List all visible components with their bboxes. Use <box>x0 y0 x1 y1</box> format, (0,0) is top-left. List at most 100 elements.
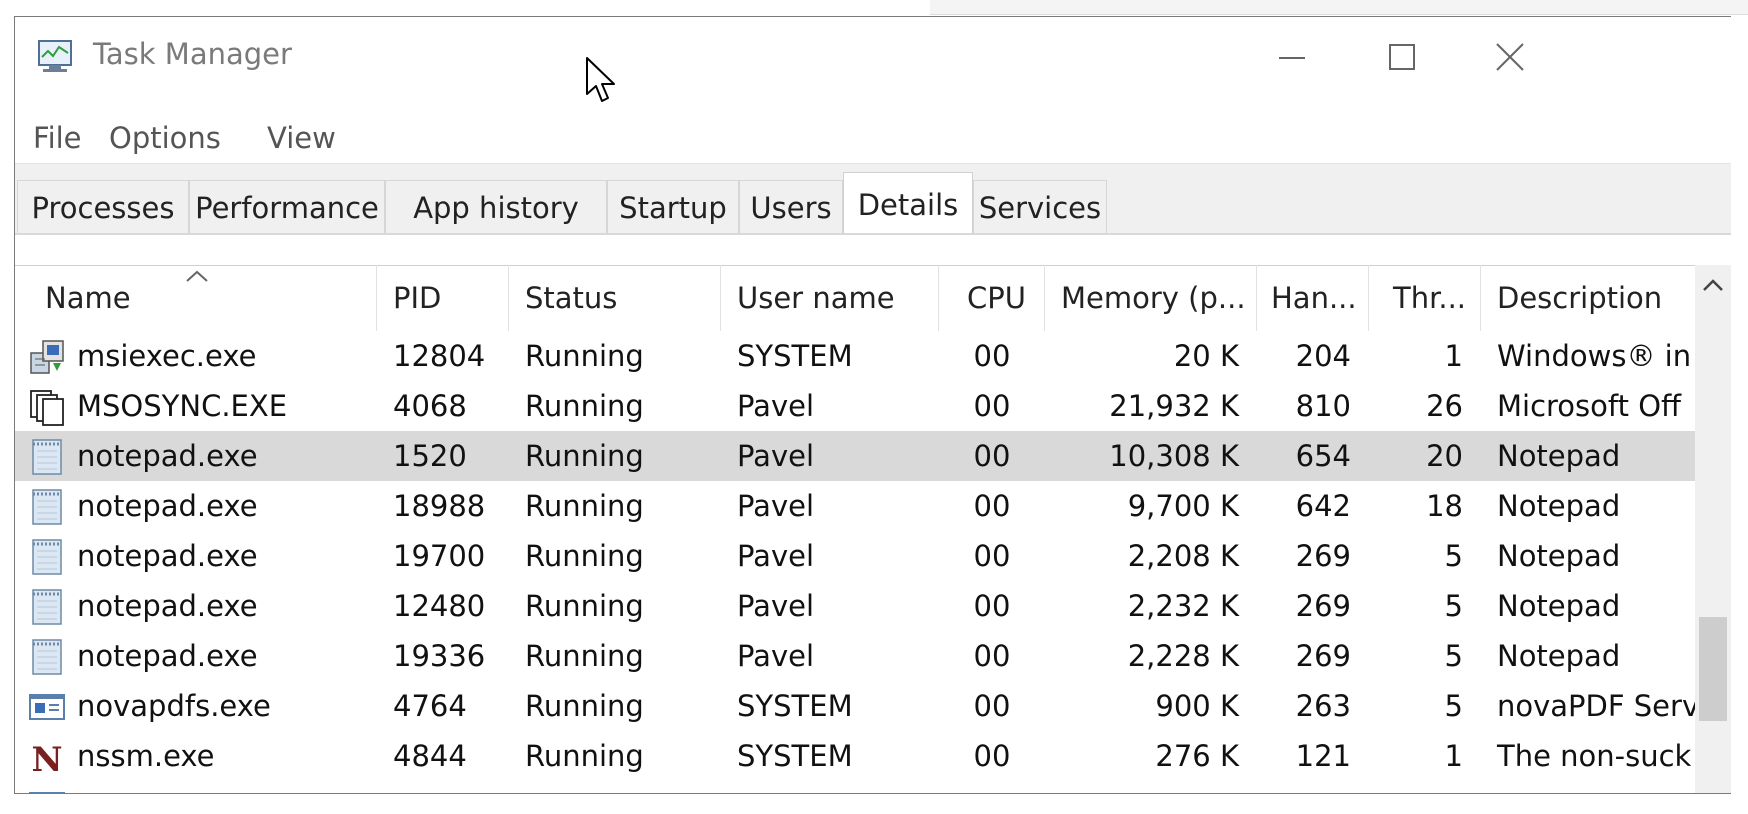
column-header-name-label: Name <box>45 281 131 315</box>
cell-handles: 263 <box>1295 689 1351 723</box>
process-name-cell: notepad.exe <box>15 631 377 681</box>
tab-users[interactable]: Users <box>739 180 843 234</box>
cell-user: Pavel <box>737 589 815 623</box>
cell-threads: 5 <box>1444 639 1463 673</box>
column-header-pid[interactable]: PID <box>377 265 509 331</box>
cell-status: Running <box>525 539 644 573</box>
window-icon <box>27 785 67 793</box>
sort-ascending-icon <box>186 270 208 282</box>
cell-threads: 5 <box>1444 589 1463 623</box>
table-row[interactable]: msiexec.exe 12804 Running SYSTEM 00 20 K 204 1 W… <box>15 331 1695 381</box>
table-row[interactable]: notepad.exe 19700 Running Pavel 00 2,208 K 269… <box>15 531 1695 581</box>
menu-options[interactable]: Options <box>109 121 221 155</box>
close-button[interactable] <box>1475 27 1545 87</box>
cell-user: Pavel <box>737 489 815 523</box>
window-icon <box>27 687 67 727</box>
tab-startup[interactable]: Startup <box>607 180 739 234</box>
cell-handles: 654 <box>1295 439 1351 473</box>
close-icon <box>1496 43 1524 71</box>
cell-cpu: 00 <box>973 639 1011 673</box>
cell-cpu: 00 <box>973 589 1011 623</box>
background-strip <box>930 0 1748 15</box>
cell-memory: 9,700 K <box>1127 489 1239 523</box>
svg-text:N: N <box>31 740 62 777</box>
column-header-handles[interactable]: Han... <box>1257 265 1369 331</box>
tab-processes[interactable]: Processes <box>17 180 189 234</box>
cell-threads: 1 <box>1444 739 1463 773</box>
cell-status: Running <box>525 339 644 373</box>
cell-pid: 18988 <box>393 489 486 523</box>
cell-user: Pavel <box>737 439 815 473</box>
cell-memory: 900 K <box>1155 689 1239 723</box>
process-name-cell: notepad.exe <box>15 531 377 581</box>
mouse-cursor-icon <box>586 57 615 102</box>
scrollbar-thumb[interactable] <box>1699 617 1727 721</box>
cell-threads: 18 <box>1426 489 1463 523</box>
table-row[interactable]: novapdfs.exe 4764 Running SYSTEM 00 900 K 263 5… <box>15 681 1695 731</box>
cell-memory: 10,308 K <box>1109 439 1239 473</box>
cell-pid: 4764 <box>393 689 467 723</box>
cell-handles: 121 <box>1295 739 1351 773</box>
cell-threads: 5 <box>1444 689 1463 723</box>
cell-pid: 4068 <box>393 389 467 423</box>
process-name: notepad.exe <box>77 539 258 573</box>
cell-status: Running <box>525 439 644 473</box>
table-row[interactable]: notepad.exe 18988 Running Pavel 00 9,700 K 642… <box>15 481 1695 531</box>
cell-cpu: 00 <box>973 489 1011 523</box>
cell-handles: 269 <box>1295 639 1351 673</box>
notepad-icon <box>27 587 67 627</box>
cell-cpu: 00 <box>973 539 1011 573</box>
column-header-name[interactable]: Name <box>15 265 377 331</box>
table-row[interactable]: Nnssm.exe 4844 Running SYSTEM 00 276 K 121 1 The… <box>15 731 1695 781</box>
cell-pid: 12480 <box>393 589 486 623</box>
cell-status: Running <box>525 689 644 723</box>
cell-description: Notepad <box>1497 539 1621 573</box>
column-header-status[interactable]: Status <box>509 265 721 331</box>
cell-description: Notepad <box>1497 589 1621 623</box>
process-name-cell: notepad.exe <box>15 481 377 531</box>
cell-memory: 276 K <box>1155 739 1239 773</box>
process-name: notepad.exe <box>77 439 258 473</box>
cell-handles: 204 <box>1295 339 1351 373</box>
toolbar-spacer <box>15 235 1731 266</box>
menu-bar: File Options View <box>15 105 1731 163</box>
table-row-partial[interactable] <box>15 781 1695 793</box>
scroll-up-icon[interactable] <box>1701 277 1725 293</box>
tab-app-history[interactable]: App history <box>385 180 607 234</box>
table-header: Name PID Status User name CPU Memory (p.… <box>15 265 1695 331</box>
tab-details[interactable]: Details <box>843 172 973 236</box>
cell-user: SYSTEM <box>737 339 853 373</box>
maximize-button[interactable] <box>1367 27 1437 87</box>
process-name: notepad.exe <box>77 489 258 523</box>
table-row[interactable]: notepad.exe 19336 Running Pavel 00 2,228 K 269… <box>15 631 1695 681</box>
cell-status: Running <box>525 389 644 423</box>
column-header-description[interactable]: Description <box>1481 265 1695 331</box>
task-manager-icon <box>38 40 72 72</box>
minimize-button[interactable] <box>1257 27 1327 87</box>
cell-user: Pavel <box>737 389 815 423</box>
tab-services[interactable]: Services <box>973 180 1107 234</box>
menu-file[interactable]: File <box>33 121 82 155</box>
cell-pid: 4844 <box>393 739 467 773</box>
column-header-user-name[interactable]: User name <box>721 265 939 331</box>
process-name-cell: notepad.exe <box>15 581 377 631</box>
nssm-icon: N <box>27 737 67 780</box>
table-row[interactable]: notepad.exe 12480 Running Pavel 00 2,232 K 269… <box>15 581 1695 631</box>
task-manager-window: Task Manager File Options View Processes… <box>14 16 1731 794</box>
cell-memory: 21,932 K <box>1109 389 1239 423</box>
process-name: notepad.exe <box>77 639 258 673</box>
documents-icon <box>27 387 67 427</box>
cell-threads: 20 <box>1426 439 1463 473</box>
column-header-threads[interactable]: Thr... <box>1369 265 1481 331</box>
table-row[interactable]: MSOSYNC.EXE 4068 Running Pavel 00 21,932 K 810… <box>15 381 1695 431</box>
column-header-cpu[interactable]: CPU <box>939 265 1045 331</box>
notepad-icon <box>27 437 67 477</box>
menu-view[interactable]: View <box>267 121 336 155</box>
vertical-scrollbar[interactable] <box>1695 265 1731 793</box>
table-row[interactable]: notepad.exe 1520 Running Pavel 00 10,308 K 654… <box>15 431 1695 481</box>
title-bar[interactable]: Task Manager <box>15 17 1731 109</box>
process-name: notepad.exe <box>77 589 258 623</box>
cell-memory: 2,228 K <box>1127 639 1239 673</box>
column-header-memory[interactable]: Memory (p... <box>1045 265 1257 331</box>
tab-performance[interactable]: Performance <box>189 180 385 234</box>
